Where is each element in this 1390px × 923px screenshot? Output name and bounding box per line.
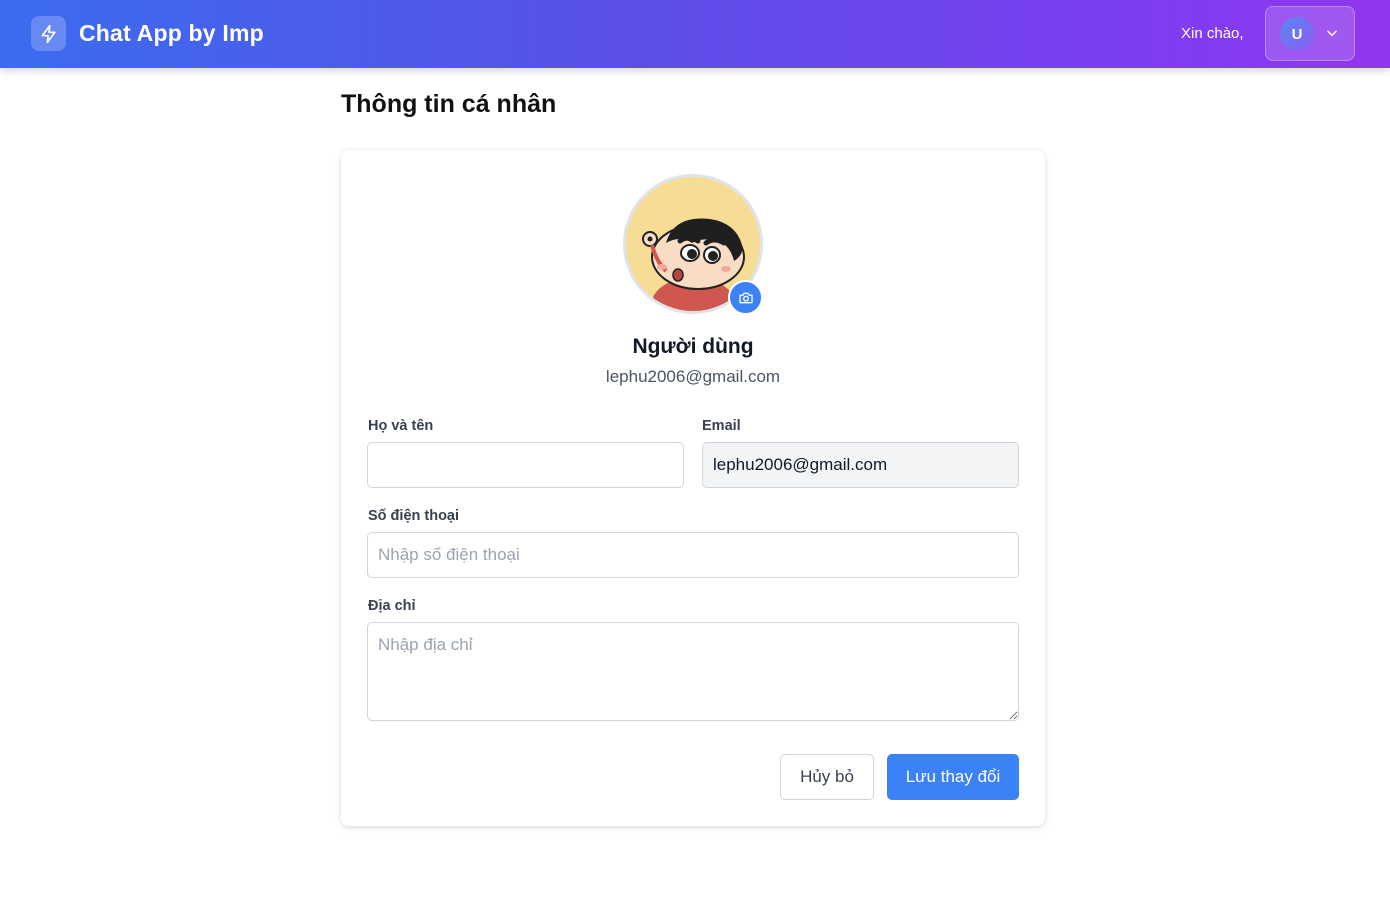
profile-card: Người dùng lephu2006@gmail.com Họ và tên…: [341, 150, 1045, 826]
address-textarea[interactable]: [367, 622, 1019, 721]
lightning-icon: [41, 24, 56, 43]
top-navbar: Chat App by Imp Xin chào, U: [0, 0, 1390, 68]
greeting-text: Xin chào,: [1181, 25, 1244, 42]
profile-email: lephu2006@gmail.com: [605, 367, 781, 386]
address-label: Địa chỉ: [368, 598, 416, 614]
profile-name: Người dùng: [632, 335, 754, 358]
change-avatar-button[interactable]: [728, 280, 763, 315]
save-changes-button[interactable]: Lưu thay đổi: [887, 754, 1019, 800]
app-title[interactable]: Chat App by Imp: [79, 20, 264, 47]
email-input[interactable]: [702, 442, 1019, 488]
page-title: Thông tin cá nhân: [341, 90, 557, 118]
email-label: Email: [702, 418, 741, 434]
camera-icon: [738, 292, 753, 303]
phone-input[interactable]: [367, 532, 1019, 578]
full-name-label: Họ và tên: [368, 418, 434, 434]
user-avatar: U: [1280, 17, 1314, 51]
phone-label: Số điện thoại: [368, 508, 460, 524]
user-menu-button[interactable]: U: [1265, 6, 1355, 61]
logo[interactable]: [31, 16, 66, 51]
full-name-input[interactable]: [367, 442, 684, 488]
cancel-button[interactable]: Hủy bỏ: [780, 754, 874, 800]
chevron-down-icon: [1327, 30, 1337, 37]
